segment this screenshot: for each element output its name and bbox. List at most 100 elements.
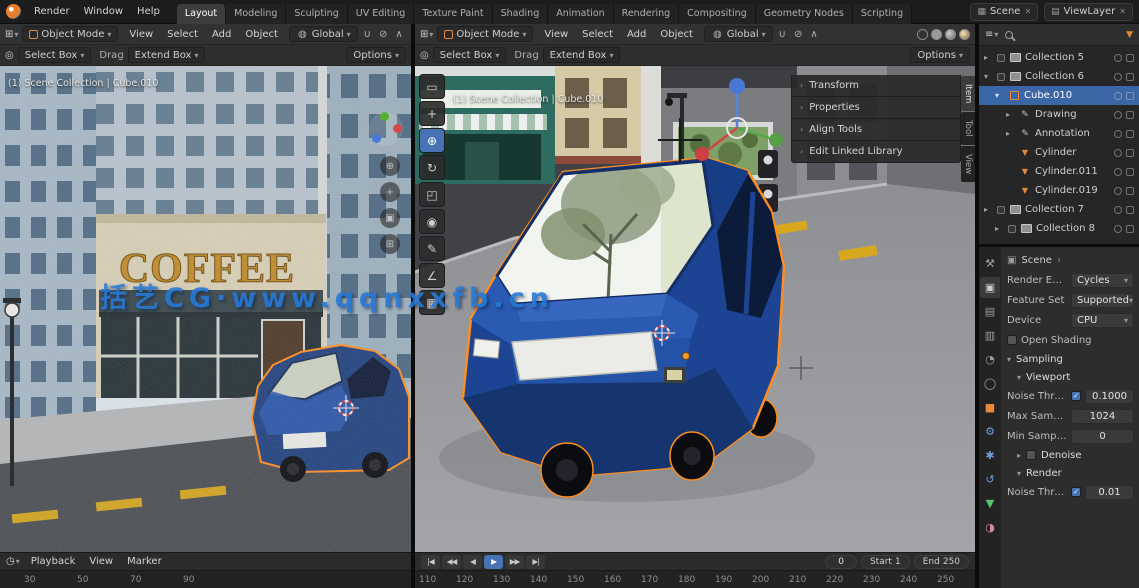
workspace-tab[interactable]: UV Editing	[348, 4, 415, 24]
expand-arrow[interactable]: ▸	[995, 224, 1004, 233]
hide-eye-icon[interactable]	[1114, 187, 1122, 195]
render-visibility-icon[interactable]	[1126, 225, 1134, 233]
options-dropdown[interactable]: Options▾	[910, 47, 970, 63]
npanel-tab[interactable]: Tool	[961, 112, 975, 145]
mode-selector[interactable]: Object Mode▾	[22, 26, 118, 42]
orientation-selector[interactable]: ◍Global▾	[289, 26, 358, 42]
playback-button[interactable]: ▶▶	[505, 555, 524, 569]
npanel-tab[interactable]: Item	[961, 76, 975, 111]
playback-button[interactable]: ▶	[484, 555, 503, 569]
render-visibility-icon[interactable]	[1126, 130, 1134, 138]
frame-start-field[interactable]: Start1	[861, 555, 910, 569]
frame-end-field[interactable]: End250	[914, 555, 969, 569]
tool-button[interactable]: ⊕	[419, 128, 445, 153]
proportional-edit-icon[interactable]: ⊘	[377, 29, 389, 40]
properties-tab[interactable]: ▼	[980, 493, 1000, 514]
viewport-menu-item[interactable]: View	[537, 27, 575, 42]
unlink-scene-icon[interactable]: ✕	[1024, 7, 1031, 16]
exclude-checkbox[interactable]	[997, 54, 1005, 62]
device-select[interactable]: CPU▾	[1071, 313, 1134, 328]
tool-button[interactable]: ▭	[419, 74, 445, 99]
expand-arrow[interactable]: ▸	[984, 53, 993, 62]
panel-divider[interactable]	[975, 24, 979, 588]
outliner-row[interactable]: Cylinder.011	[979, 162, 1139, 181]
menubar-item[interactable]: Render	[27, 4, 77, 19]
drag-mode-selector[interactable]: Extend Box▾	[543, 47, 621, 63]
main-viewport-canvas[interactable]: (1) Scene Collection | Cube.010 ▭+⊕↻◰◉✎∠…	[415, 66, 975, 552]
tool-button[interactable]: ◉	[419, 209, 445, 234]
viewport-menu-item[interactable]: Select	[575, 27, 620, 42]
editor-type-icon[interactable]: ⊞▾	[420, 29, 433, 40]
tool-button[interactable]: ✎	[419, 236, 445, 261]
proportional-edit-icon[interactable]: ⊘	[792, 29, 804, 40]
navigation-gizmo[interactable]	[369, 112, 403, 146]
properties-tab[interactable]: ◯	[980, 373, 1000, 394]
workspace-tab[interactable]: Shading	[493, 4, 549, 24]
properties-tab[interactable]: ⚒	[980, 253, 1000, 274]
tool-button[interactable]: +	[419, 101, 445, 126]
playback-button[interactable]: ▶|	[526, 555, 545, 569]
npanel-section[interactable]: ›Edit Linked Library	[791, 141, 961, 163]
exclude-checkbox[interactable]	[997, 73, 1005, 81]
properties-tab[interactable]: ■	[980, 397, 1000, 418]
menubar-item[interactable]: Help	[130, 4, 167, 19]
hide-eye-icon[interactable]	[1114, 73, 1122, 81]
breadcrumb-label[interactable]: Scene	[1021, 255, 1052, 266]
menubar-item[interactable]: Window	[77, 4, 130, 19]
gizmo-z-axis[interactable]	[372, 134, 381, 143]
unlink-viewlayer-icon[interactable]: ✕	[1119, 7, 1126, 16]
noise-threshold-field[interactable]: 0.1000	[1085, 389, 1134, 404]
snap-icon[interactable]: ∧	[393, 29, 404, 40]
workspace-tab[interactable]: Rendering	[614, 4, 680, 24]
hide-eye-icon[interactable]	[1114, 168, 1122, 176]
shading-wireframe-icon[interactable]	[917, 29, 928, 40]
viewlayer-selector[interactable]: ▤ ViewLayer ✕	[1044, 3, 1133, 21]
viewport-nav-button[interactable]: ⊕	[380, 156, 400, 176]
render-visibility-icon[interactable]	[1126, 73, 1134, 81]
feature-set-select[interactable]: Supported▾	[1071, 293, 1134, 308]
expand-arrow[interactable]: ▸	[1006, 129, 1015, 138]
render-visibility-icon[interactable]	[1126, 168, 1134, 176]
playback-button[interactable]: ◀◀	[442, 555, 461, 569]
orientation-selector[interactable]: ◍Global▾	[704, 26, 773, 42]
tool-button[interactable]: ◰	[419, 182, 445, 207]
shading-rendered-icon[interactable]	[959, 29, 970, 40]
viewport-menu-item[interactable]: Add	[205, 27, 238, 42]
search-icon[interactable]	[1005, 31, 1013, 39]
properties-tab[interactable]: ↺	[980, 469, 1000, 490]
workspace-tab[interactable]: Sculpting	[286, 4, 347, 24]
properties-tab[interactable]: ◑	[980, 517, 1000, 538]
properties-tab[interactable]: ▥	[980, 325, 1000, 346]
hide-eye-icon[interactable]	[1114, 130, 1122, 138]
outliner-row[interactable]: ▾ Collection 6	[979, 67, 1139, 86]
npanel-section[interactable]: ›Properties	[791, 97, 961, 119]
properties-tab[interactable]: ✱	[980, 445, 1000, 466]
timeline-menu-item[interactable]: View	[82, 554, 120, 569]
min-samples-field[interactable]: 0	[1071, 429, 1134, 444]
left-viewport-canvas[interactable]: COFFEE	[0, 66, 411, 552]
tool-button[interactable]: ▦	[419, 290, 445, 315]
playback-button[interactable]: |◀	[421, 555, 440, 569]
timeline-ruler-left[interactable]: 30507090	[0, 570, 411, 588]
scene-selector[interactable]: ▦ Scene ✕	[970, 3, 1038, 21]
outliner-row[interactable]: ▸ Collection 5	[979, 48, 1139, 67]
properties-tab[interactable]: ▣	[980, 277, 1000, 298]
viewport-nav-button[interactable]: +	[380, 182, 400, 202]
properties-tab[interactable]: ▤	[980, 301, 1000, 322]
render-visibility-icon[interactable]	[1126, 206, 1134, 214]
workspace-tab[interactable]: Texture Paint	[414, 4, 492, 24]
outliner-row[interactable]: ▸ Drawing	[979, 105, 1139, 124]
exclude-checkbox[interactable]	[1008, 225, 1016, 233]
noise-threshold-checkbox[interactable]: ✓	[1071, 391, 1081, 401]
viewport-nav-button[interactable]: ⊞	[380, 234, 400, 254]
render-noise-field[interactable]: 0.01	[1085, 485, 1134, 500]
timeline-menu-item[interactable]: Marker	[120, 554, 169, 569]
hide-eye-icon[interactable]	[1114, 54, 1122, 62]
hide-eye-icon[interactable]	[1114, 111, 1122, 119]
window-divider[interactable]	[411, 24, 415, 588]
mode-selector[interactable]: Object Mode▾	[437, 26, 533, 42]
render-noise-checkbox[interactable]: ✓	[1071, 487, 1081, 497]
options-dropdown[interactable]: Options▾	[346, 47, 406, 63]
playback-button[interactable]: ◀	[463, 555, 482, 569]
render-visibility-icon[interactable]	[1126, 149, 1134, 157]
